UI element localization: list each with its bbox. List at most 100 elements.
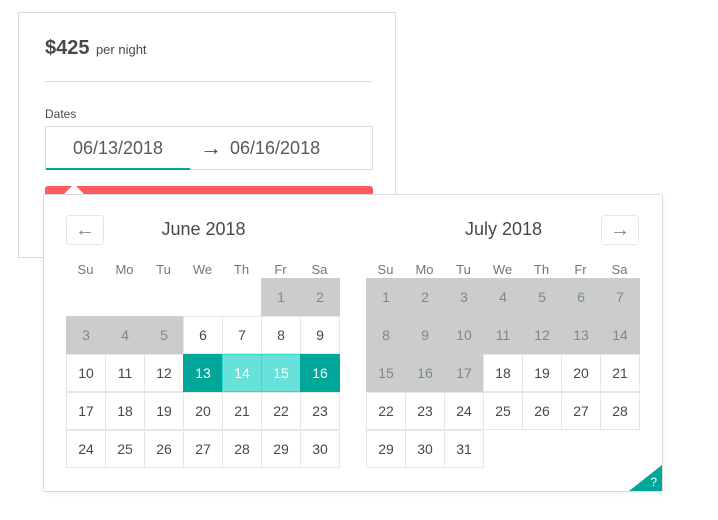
month-title: June 2018 [161,219,246,239]
calendar-day[interactable]: 29 [366,430,406,468]
check-in-input[interactable]: 06/13/2018 [46,127,190,169]
weekday-label: Fr [274,262,287,277]
calendar-blank-cell [222,278,262,316]
question-icon[interactable]: ? [650,475,657,489]
weekday-label: Fr [574,262,587,277]
calendar-day[interactable]: 20 [561,354,601,392]
calendar-day[interactable]: 21 [600,354,640,392]
calendar-day: 11 [483,316,523,354]
calendar-day: 8 [366,316,406,354]
check-out-input[interactable]: 06/16/2018 [230,127,374,169]
calendar-day[interactable]: 24 [444,392,484,430]
calendar-day: 9 [405,316,445,354]
month-title: July 2018 [464,219,543,239]
day-grid: 1 2 3 4 5 6 7 8 9 10 11 12 13 14 15 16 17 18 19 20 21 22 23 24 2… [66,278,341,468]
calendar-day: 3 [444,278,484,316]
calendar-day[interactable]: 25 [483,392,523,430]
calendar-day: 7 [600,278,640,316]
calendar-day: 15 [366,354,406,392]
weekday-label: Tu [156,262,171,277]
weekday-label: Sa [311,262,328,277]
calendar-blank-cell [483,430,523,468]
price-row: $425 per night [45,37,147,60]
date-range-input[interactable]: 06/13/2018 → 06/16/2018 [45,126,373,170]
calendar-day: 10 [444,316,484,354]
calendar-day[interactable]: 30 [405,430,445,468]
dates-label: Dates [45,107,77,121]
calendar-blank-cell [144,278,184,316]
calendar-day[interactable]: 18 [483,354,523,392]
calendar-day[interactable]: 16 [300,354,340,392]
calendar-day[interactable]: 15 [261,354,301,392]
calendar-blank-cell [66,278,106,316]
calendar-day[interactable]: 20 [183,392,223,430]
calendar-blank-cell [105,278,145,316]
calendar-day[interactable]: 14 [222,354,262,392]
calendar-day[interactable]: 12 [144,354,184,392]
calendar-day[interactable]: 6 [183,316,223,354]
calendar-day[interactable]: 13 [183,354,223,392]
weekday-header: Su Mo Tu We Th Fr Sa [66,262,341,277]
calendar-day: 13 [561,316,601,354]
calendar-day[interactable]: 8 [261,316,301,354]
calendar-blank-cell [600,430,640,468]
calendar-day[interactable]: 30 [300,430,340,468]
calendar-day: 1 [261,278,301,316]
calendar-day[interactable]: 29 [261,430,301,468]
calendar-day: 2 [405,278,445,316]
calendar-day: 16 [405,354,445,392]
weekday-label: Tu [456,262,471,277]
calendar-day: 4 [105,316,145,354]
nightly-price: $425 [45,37,90,59]
active-input-underline [46,168,190,170]
calendar-day[interactable]: 26 [522,392,562,430]
calendar-day: 14 [600,316,640,354]
calendar-day[interactable]: 10 [66,354,106,392]
calendar-day: 3 [66,316,106,354]
calendar-day[interactable]: 28 [600,392,640,430]
weekday-label: Su [377,262,394,277]
calendar-blank-cell [183,278,223,316]
calendar-day[interactable]: 22 [366,392,406,430]
calendar-blank-cell [522,430,562,468]
calendar-day[interactable]: 22 [261,392,301,430]
weekday-label: Mo [115,262,134,277]
calendar-day[interactable]: 18 [105,392,145,430]
calendar-day[interactable]: 27 [183,430,223,468]
calendar-day[interactable]: 7 [222,316,262,354]
calendar-day: 4 [483,278,523,316]
keyboard-shortcuts-button[interactable] [629,465,662,491]
arrow-right-icon: → [200,135,222,160]
calendar-day[interactable]: 24 [66,430,106,468]
calendar-blank-cell [561,430,601,468]
weekday-label: Th [233,262,250,277]
calendar-day[interactable]: 19 [144,392,184,430]
weekday-label: Th [533,262,550,277]
calendar-day: 5 [522,278,562,316]
date-picker: ← → June 2018 Su Mo Tu We Th Fr Sa 12345… [43,194,663,492]
calendar-day[interactable]: 21 [222,392,262,430]
calendar-day: 2 [300,278,340,316]
calendar-day[interactable]: 11 [105,354,145,392]
calendar-day[interactable]: 19 [522,354,562,392]
per-night-label: per night [95,42,147,57]
calendar-day[interactable]: 28 [222,430,262,468]
calendar-day[interactable]: 17 [66,392,106,430]
calendar-day: 5 [144,316,184,354]
weekday-label: We [492,262,513,277]
calendar-day[interactable]: 26 [144,430,184,468]
divider [45,81,372,82]
weekday-label: Sa [611,262,628,277]
weekday-label: Mo [415,262,434,277]
weekday-label: Su [77,262,94,277]
calendar-day[interactable]: 23 [300,392,340,430]
calendar-day[interactable]: 23 [405,392,445,430]
calendar-day[interactable]: 9 [300,316,340,354]
calendar-day: 17 [444,354,484,392]
calendar-day[interactable]: 25 [105,430,145,468]
weekday-label: We [192,262,213,277]
calendar-day: 1 [366,278,406,316]
calendar-day[interactable]: 27 [561,392,601,430]
weekday-header: Su Mo Tu We Th Fr Sa [366,262,641,277]
calendar-day[interactable]: 31 [444,430,484,468]
